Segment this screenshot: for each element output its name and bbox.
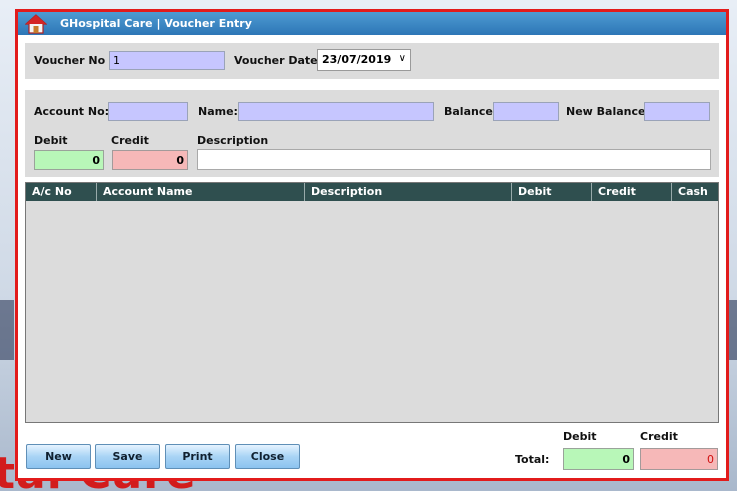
voucher-date-label: Voucher Date xyxy=(234,54,318,67)
column-header-account-name[interactable]: Account Name xyxy=(97,183,305,201)
credit-label: Credit xyxy=(111,134,149,147)
debit-field[interactable] xyxy=(34,150,104,170)
balance-label: Balance xyxy=(444,105,493,118)
voucher-entry-window: GHospital Care | Voucher Entry Voucher N… xyxy=(15,9,729,481)
close-button[interactable]: Close xyxy=(235,444,300,469)
new-balance-field[interactable] xyxy=(644,102,710,121)
print-button[interactable]: Print xyxy=(165,444,230,469)
voucher-no-label: Voucher No xyxy=(34,54,106,67)
column-header-ac-no[interactable]: A/c No xyxy=(26,183,97,201)
total-credit-label: Credit xyxy=(640,430,678,443)
window-title: GHospital Care | Voucher Entry xyxy=(60,17,252,30)
column-header-description[interactable]: Description xyxy=(305,183,512,201)
total-debit-label: Debit xyxy=(563,430,597,443)
account-no-label: Account No: xyxy=(34,105,110,118)
voucher-grid[interactable]: A/c No Account Name Description Debit Cr… xyxy=(25,182,719,423)
background-stripe xyxy=(728,300,737,360)
account-no-field[interactable] xyxy=(108,102,188,121)
voucher-date-picker[interactable]: 23/07/2019 ∨ xyxy=(317,49,411,71)
total-credit-field[interactable] xyxy=(640,448,718,470)
description-field[interactable] xyxy=(197,149,711,170)
new-button[interactable]: New xyxy=(26,444,91,469)
description-label: Description xyxy=(197,134,269,147)
column-header-debit[interactable]: Debit xyxy=(512,183,592,201)
account-name-field[interactable] xyxy=(238,102,434,121)
account-entry-panel: Account No: Name: Balance New Balance De… xyxy=(25,90,719,177)
title-bar[interactable]: GHospital Care | Voucher Entry xyxy=(18,12,726,35)
save-button[interactable]: Save xyxy=(95,444,160,469)
voucher-header-panel: Voucher No Voucher Date 23/07/2019 ∨ xyxy=(25,43,719,79)
voucher-date-value: 23/07/2019 xyxy=(322,53,392,66)
column-header-credit[interactable]: Credit xyxy=(592,183,672,201)
new-balance-label: New Balance xyxy=(566,105,646,118)
column-header-cash[interactable]: Cash xyxy=(672,183,718,201)
total-label: Total: xyxy=(515,453,550,466)
debit-label: Debit xyxy=(34,134,68,147)
background-stripe xyxy=(0,300,14,360)
credit-field[interactable] xyxy=(112,150,188,170)
voucher-no-field[interactable] xyxy=(109,51,225,70)
chevron-down-icon[interactable]: ∨ xyxy=(399,53,406,64)
balance-field[interactable] xyxy=(493,102,559,121)
grid-header: A/c No Account Name Description Debit Cr… xyxy=(26,183,718,201)
account-name-label: Name: xyxy=(198,105,238,118)
total-debit-field[interactable] xyxy=(563,448,634,470)
home-icon xyxy=(25,14,47,34)
